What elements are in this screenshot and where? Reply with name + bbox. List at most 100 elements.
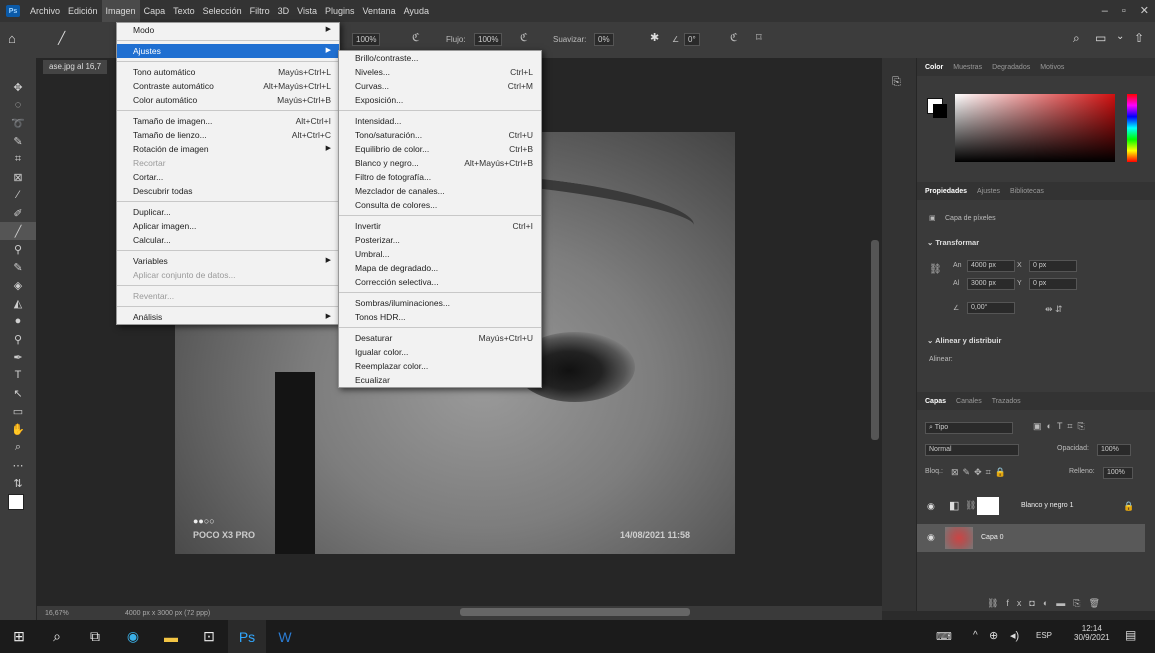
zoom-tool-icon[interactable]: ⌕ (0, 438, 36, 456)
align-distribute-header[interactable]: ⌄ Alinear y distribuir (927, 336, 1001, 345)
photoshop-taskbar-icon[interactable]: Ps (228, 620, 266, 653)
crop-tool-icon[interactable]: ⌗ (0, 150, 36, 168)
visibility-eye-icon[interactable]: ◉ (927, 501, 935, 512)
ajustes-menu-item[interactable]: Igualar color... (339, 345, 541, 359)
tab-muestras[interactable]: Muestras (953, 64, 982, 71)
settings-gear-icon[interactable]: ✱ (650, 31, 659, 44)
zoom-level[interactable]: 16,67% (45, 610, 105, 617)
menu-plugins[interactable]: Plugins (321, 0, 359, 22)
history-brush-tool-icon[interactable]: ✎ (0, 258, 36, 276)
tab-ajustes[interactable]: Ajustes (977, 188, 1000, 195)
eyedropper-tool-icon[interactable]: ⁄ (0, 186, 36, 204)
menu-seleccion[interactable]: Selección (199, 0, 246, 22)
home-icon[interactable]: ⌂ (8, 31, 16, 46)
ajustes-menu-item[interactable]: Curvas... Ctrl+M (339, 79, 541, 93)
edge-browser-icon[interactable]: ◉ (114, 620, 152, 653)
imagen-menu-item[interactable]: Análisis ▶ (117, 310, 339, 324)
imagen-menu-item[interactable]: Ajustes ▶ (117, 44, 339, 58)
frame-tool-icon[interactable]: ⊠ (0, 168, 36, 186)
ajustes-menu-item[interactable]: Mapa de degradado... (339, 261, 541, 275)
type-tool-icon[interactable]: T (0, 366, 36, 384)
vertical-scrollbar[interactable] (871, 240, 879, 440)
pen-tool-icon[interactable]: ✒ (0, 348, 36, 366)
width-field[interactable]: 4000 px (967, 260, 1015, 272)
imagen-menu-item[interactable]: Cortar... (117, 170, 339, 184)
ajustes-menu-item[interactable]: Filtro de fotografía... (339, 170, 541, 184)
search-icon[interactable]: ⌕ (1073, 31, 1080, 46)
ajustes-menu-item[interactable]: Posterizar... (339, 233, 541, 247)
imagen-menu-item[interactable]: Calcular... (117, 233, 339, 247)
keyboard-icon[interactable]: ⌨ (936, 630, 952, 643)
file-explorer-icon[interactable]: ▬ (152, 620, 190, 653)
layer-row[interactable]: ◉ ◧ ⛓ Blanco y negro 1 🔒 (917, 494, 1155, 520)
close-button[interactable]: ✕ (1140, 0, 1149, 22)
ajustes-menu-item[interactable]: Intensidad... (339, 114, 541, 128)
layer-filter-select[interactable]: ⌕ Tipo (925, 422, 1013, 434)
ajustes-menu-item[interactable]: Sombras/iluminaciones... (339, 296, 541, 310)
flujo-field[interactable]: 100% (474, 33, 503, 46)
layer-row[interactable]: ◉ Capa 0 (917, 524, 1145, 552)
ajustes-menu-item[interactable]: Corrección selectiva... (339, 275, 541, 289)
pressure-opacity-icon[interactable]: ℭ (412, 31, 420, 44)
background-color-swatch[interactable] (933, 104, 947, 118)
imagen-menu-item[interactable]: Variables ▶ (117, 254, 339, 268)
symmetry-icon[interactable]: ⌑ (756, 31, 762, 44)
menu-capa[interactable]: Capa (140, 0, 170, 22)
clock[interactable]: 12:14 30/9/2021 (1074, 624, 1110, 642)
healing-brush-tool-icon[interactable]: ✐ (0, 204, 36, 222)
move-tool-icon[interactable]: ✥ (0, 78, 36, 96)
airbrush-icon[interactable]: ℭ (520, 31, 528, 44)
rotation-field[interactable]: 0,00° (967, 302, 1015, 314)
network-icon[interactable]: ⊕ (989, 629, 998, 642)
windows-start-icon[interactable]: ⊞ (0, 620, 38, 653)
pressure-size-icon[interactable]: ℭ (730, 31, 738, 44)
notification-icon[interactable]: ▤ (1125, 628, 1136, 642)
history-panel-icon[interactable]: ⎘ (892, 76, 916, 89)
lock-icons[interactable]: ⊠✎✥⌗🔒 (951, 467, 1010, 478)
search-icon[interactable]: ⌕ (38, 620, 76, 653)
transform-header[interactable]: ⌄ Transformar (927, 238, 979, 247)
blur-tool-icon[interactable]: ● (0, 312, 36, 330)
share-icon[interactable]: ⇧ (1134, 31, 1144, 45)
imagen-menu-item[interactable]: Aplicar imagen... (117, 219, 339, 233)
brush-tool-icon[interactable]: ╱ (58, 31, 65, 45)
angle-field[interactable]: 0° (684, 33, 700, 46)
imagen-menu-item[interactable]: Contraste automático Alt+Mayús+Ctrl+L (117, 79, 339, 93)
imagen-menu-item[interactable]: Tamaño de lienzo... Alt+Ctrl+C (117, 128, 339, 142)
layer-opacity-field[interactable]: 100% (1097, 444, 1131, 456)
ajustes-menu-item[interactable]: Reemplazar color... (339, 359, 541, 373)
menu-imagen[interactable]: Imagen (101, 0, 140, 22)
ajustes-menu-item[interactable]: Niveles... Ctrl+L (339, 65, 541, 79)
suavizar-field[interactable]: 0% (594, 33, 614, 46)
layer-thumbnail[interactable] (945, 527, 973, 549)
clone-stamp-tool-icon[interactable]: ⚲ (0, 240, 36, 258)
ajustes-menu-item[interactable]: Blanco y negro... Alt+Mayús+Ctrl+B (339, 156, 541, 170)
dodge-tool-icon[interactable]: ⚲ (0, 330, 36, 348)
imagen-menu-item[interactable]: Tono automático Mayús+Ctrl+L (117, 65, 339, 79)
imagen-menu-item[interactable]: Modo ▶ (117, 23, 339, 37)
y-field[interactable]: 0 px (1029, 278, 1077, 290)
restore-button[interactable]: ▫ (1122, 0, 1126, 22)
volume-icon[interactable]: ◂) (1010, 629, 1019, 642)
hand-tool-icon[interactable]: ✋ (0, 420, 36, 438)
gradient-tool-icon[interactable]: ◭ (0, 294, 36, 312)
menu-vista[interactable]: Vista (293, 0, 321, 22)
menu-texto[interactable]: Texto (169, 0, 199, 22)
menu-filtro[interactable]: Filtro (246, 0, 274, 22)
word-icon[interactable]: W (266, 620, 304, 653)
menu-edicion[interactable]: Edición (64, 0, 102, 22)
ajustes-menu-item[interactable]: Exposición... (339, 93, 541, 107)
workspace-dropdown-icon[interactable]: ⌄ (1116, 31, 1124, 42)
brush-tool-icon[interactable]: ╱ (0, 222, 36, 240)
tab-canales[interactable]: Canales (956, 398, 982, 405)
layer-actions-icons[interactable]: ⛓fx◘◐▬⎘🗑 (987, 598, 1108, 609)
lasso-tool-icon[interactable]: ➰ (0, 114, 36, 132)
minimize-button[interactable]: – (1102, 0, 1108, 22)
rectangle-tool-icon[interactable]: ▭ (0, 402, 36, 420)
language-indicator[interactable]: ESP (1036, 631, 1052, 640)
menu-archivo[interactable]: Archivo (26, 0, 64, 22)
imagen-menu-item[interactable]: Descubrir todas (117, 184, 339, 198)
ajustes-menu-item[interactable]: Mezclador de canales... (339, 184, 541, 198)
menu-ayuda[interactable]: Ayuda (400, 0, 433, 22)
imagen-menu-item[interactable]: Tamaño de imagen... Alt+Ctrl+I (117, 114, 339, 128)
